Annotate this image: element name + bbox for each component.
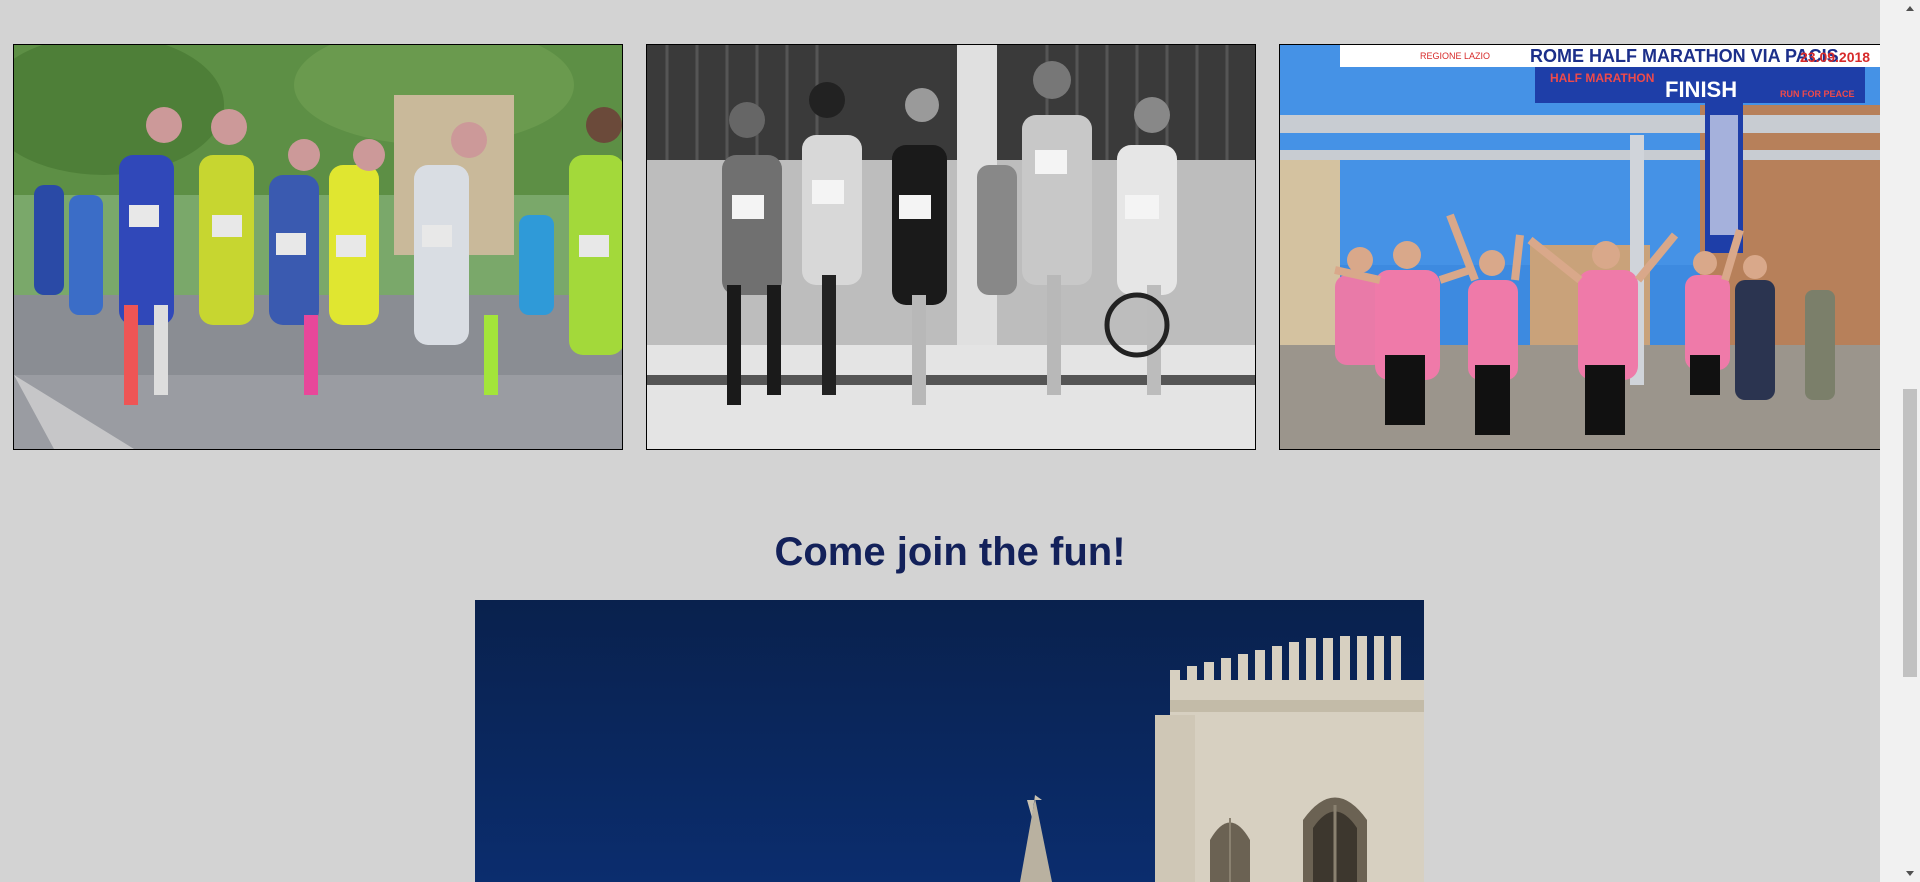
scrollbar-thumb[interactable] [1903,389,1917,677]
chevron-up-icon [1906,6,1914,11]
banner-title: ROME HALF MARATHON VIA PACIS [1530,46,1839,66]
banner-finish: FINISH [1665,77,1737,102]
photo-runners-bw [646,44,1256,450]
vertical-scrollbar[interactable] [1880,0,1900,882]
page: ROME HALF MARATHON VIA PACIS 23.09.2018 … [0,0,1900,882]
hero-image-cathedral [475,600,1424,882]
banner-sub: HALF MARATHON [1550,71,1654,85]
photo-runners-color [13,44,623,450]
page-heading: Come join the fun! [774,530,1126,574]
photo-gallery: ROME HALF MARATHON VIA PACIS 23.09.2018 … [13,44,1889,450]
scroll-down-button[interactable] [1900,865,1920,882]
banner-tag: RUN FOR PEACE [1780,89,1855,99]
banner-region: REGIONE LAZIO [1420,51,1490,61]
photo-rome-half-marathon-finish: ROME HALF MARATHON VIA PACIS 23.09.2018 … [1279,44,1889,450]
vertical-scrollbar-track[interactable] [1900,0,1920,882]
banner-date: 23.09.2018 [1800,49,1870,65]
scroll-up-button[interactable] [1900,0,1920,17]
chevron-down-icon [1906,871,1914,876]
